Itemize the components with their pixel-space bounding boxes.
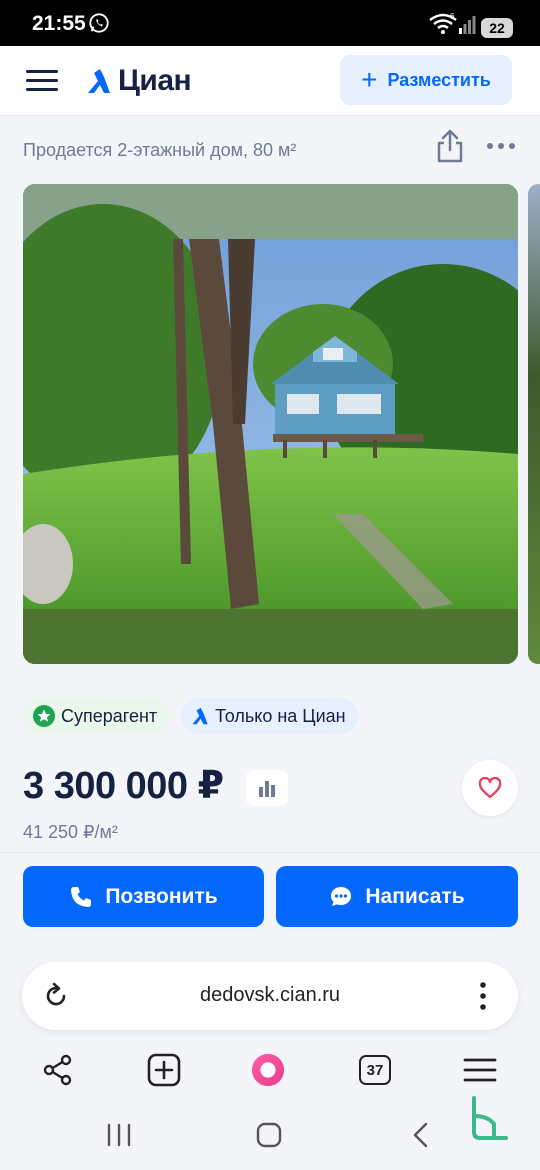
alice-button[interactable] [250, 1052, 286, 1088]
next-photo-preview[interactable] [528, 184, 540, 664]
url-text[interactable]: dedovsk.cian.ru [22, 984, 518, 1007]
back-icon[interactable] [406, 1122, 436, 1148]
browser-toolbar: 37 [0, 1040, 540, 1100]
superagent-label: Суперагент [61, 705, 158, 726]
recent-apps-icon[interactable] [104, 1122, 134, 1148]
status-bar: 21:55 6 22 [0, 0, 540, 46]
star-icon [33, 705, 55, 727]
logo-text: Циан [118, 64, 192, 97]
share-icon[interactable] [435, 128, 465, 164]
alice-icon [251, 1053, 285, 1087]
only-cian-badge[interactable]: Только на Циан [181, 698, 358, 734]
overlay-app-icon[interactable] [468, 1094, 510, 1142]
battery-indicator: 22 [481, 18, 513, 38]
listing-photo [23, 184, 518, 664]
status-time: 21:55 [32, 12, 86, 35]
cian-logo[interactable]: Циан [86, 64, 192, 98]
new-tab-button[interactable] [146, 1052, 182, 1088]
photo-gallery[interactable] [23, 184, 518, 664]
post-ad-label: Разместить [387, 69, 491, 90]
browser-url-bar[interactable]: dedovsk.cian.ru [22, 962, 518, 1030]
write-button[interactable]: Написать [276, 866, 518, 927]
menu-icon[interactable] [26, 70, 58, 92]
system-nav-bar [0, 1100, 540, 1170]
divider [0, 852, 540, 853]
cian-logo-icon [192, 707, 208, 725]
more-icon[interactable] [486, 140, 516, 152]
favorite-button[interactable] [462, 760, 518, 816]
listing-subtitle: Продается 2-этажный дом, 80 м² [23, 140, 297, 160]
call-label: Позвонить [105, 884, 218, 908]
badges: Суперагент Только на Циан [23, 698, 358, 734]
only-cian-label: Только на Циан [215, 705, 346, 726]
svg-text:6: 6 [450, 12, 455, 21]
chat-icon [331, 886, 352, 906]
share-nodes-button[interactable] [40, 1052, 76, 1088]
call-button[interactable]: Позвонить [23, 866, 264, 927]
price-per-sqm: 41 250 ₽/м² [23, 822, 118, 842]
wifi-icon: 6 [429, 12, 457, 34]
post-ad-button[interactable]: + Разместить [340, 55, 512, 105]
heart-icon [478, 777, 502, 799]
write-label: Написать [365, 884, 465, 908]
whatsapp-icon [89, 13, 109, 33]
price: 3 300 000 ₽ [23, 765, 224, 807]
browser-menu-button[interactable] [462, 1052, 498, 1088]
cian-logo-icon [88, 69, 110, 93]
price-history-button[interactable] [246, 770, 288, 806]
burger-icon [463, 1058, 497, 1082]
phone-icon [71, 886, 92, 907]
plus-icon: + [361, 64, 378, 95]
signal-icon [459, 16, 476, 34]
tabs-icon: 37 [359, 1055, 391, 1085]
superagent-badge[interactable]: Суперагент [23, 698, 170, 734]
share-nodes-icon [43, 1054, 72, 1086]
tabs-button[interactable]: 37 [357, 1052, 393, 1088]
chart-icon [259, 781, 275, 797]
new-tab-icon [147, 1053, 181, 1087]
app-header: Циан + Разместить [0, 46, 540, 116]
kebab-icon[interactable] [478, 980, 488, 1012]
home-icon[interactable] [254, 1122, 284, 1148]
